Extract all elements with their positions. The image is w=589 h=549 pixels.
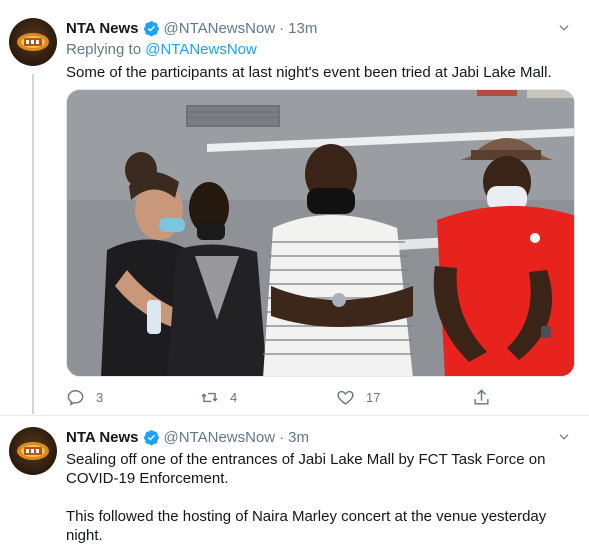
author-handle[interactable]: @NTANewsNow	[164, 20, 276, 37]
replying-label: Replying to	[66, 41, 142, 58]
retweet-button[interactable]: 4	[200, 386, 237, 408]
tweet-actions: 3 4 17	[66, 386, 506, 408]
heart-icon	[337, 390, 354, 405]
reply-count: 3	[96, 389, 104, 405]
tweet-text-line: COVID-19 Enforcement.	[66, 470, 229, 487]
author-handle[interactable]: @NTANewsNow	[164, 429, 276, 446]
chevron-down-icon[interactable]	[557, 21, 571, 35]
reply-button[interactable]: 3	[66, 386, 103, 408]
reply-icon	[67, 389, 84, 406]
author-name[interactable]: NTA News	[66, 20, 139, 37]
tweet-header: NTA News @NTANewsNow · 13m	[66, 18, 317, 38]
tweet[interactable]: NTA News @NTANewsNow · 13m Replying to @…	[0, 0, 589, 416]
like-count: 17	[366, 389, 381, 405]
timestamp[interactable]: 3m	[288, 429, 309, 446]
separator-dot: ·	[279, 19, 285, 37]
verified-badge-icon	[143, 429, 159, 445]
tweet-text-line: night.	[66, 527, 103, 544]
tweet-header: NTA News @NTANewsNow · 3m	[66, 427, 309, 447]
replying-to: Replying to @NTANewsNow	[66, 41, 257, 58]
tweet-photo[interactable]	[66, 89, 575, 377]
separator-dot: ·	[279, 428, 285, 446]
nta-logo-icon	[17, 442, 49, 460]
share-button[interactable]	[472, 386, 502, 408]
tweet-text: Some of the participants at last night's…	[66, 64, 552, 81]
tweet[interactable]: NTA News @NTANewsNow · 3m Sealing off on…	[0, 416, 589, 549]
avatar[interactable]	[9, 427, 57, 475]
timestamp[interactable]: 13m	[288, 20, 317, 37]
like-button[interactable]: 17	[336, 386, 380, 408]
share-icon	[474, 388, 489, 405]
retweet-count: 4	[230, 389, 238, 405]
tweet-text-line: This followed the hosting of Naira Marle…	[66, 508, 547, 525]
replying-mention-link[interactable]: @NTANewsNow	[145, 41, 257, 58]
nta-logo-icon	[17, 33, 49, 51]
retweet-icon	[201, 392, 218, 402]
verified-badge-icon	[143, 20, 159, 36]
tweet-text: Sealing off one of the entrances of Jabi…	[66, 450, 556, 545]
avatar[interactable]	[9, 18, 57, 66]
chevron-down-icon[interactable]	[557, 430, 571, 444]
tweet-text-line: Sealing off one of the entrances of Jabi…	[66, 451, 546, 468]
photo-people-wearing-masks	[67, 90, 574, 376]
thread-line	[32, 74, 34, 414]
author-name[interactable]: NTA News	[66, 429, 139, 446]
